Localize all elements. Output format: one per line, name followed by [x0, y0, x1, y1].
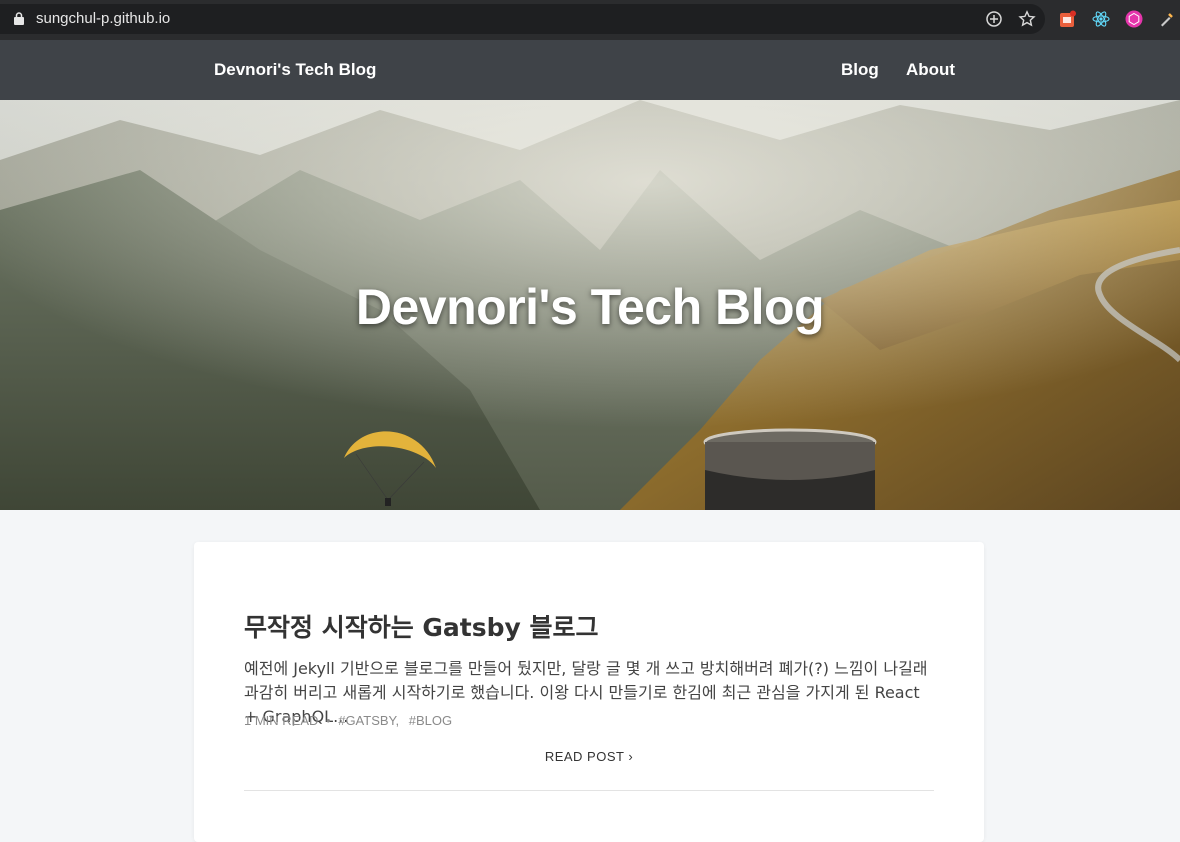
site-brand-link[interactable]: Devnori's Tech Blog [214, 60, 376, 80]
extension-badge-icon[interactable] [1059, 10, 1077, 28]
read-time: 1 MIN READ [244, 713, 319, 728]
add-icon[interactable] [985, 10, 1003, 28]
color-picker-icon[interactable] [1158, 10, 1176, 28]
meta-separator: • [326, 713, 331, 728]
post-card: 무작정 시작하는 Gatsby 블로그 예전에 Jekyll 기반으로 블로그를… [194, 542, 984, 842]
post-meta: 1 MIN READ • #GATSBY, #BLOG [244, 713, 458, 728]
address-bar[interactable]: sungchul-p.github.io [0, 4, 1045, 34]
nav-link-blog[interactable]: Blog [841, 60, 879, 80]
tag-gatsby[interactable]: #GATSBY, [338, 713, 399, 728]
hero-title: Devnori's Tech Blog [355, 279, 825, 335]
hero-banner: Devnori's Tech Blog [0, 100, 1180, 510]
nav-link-about[interactable]: About [906, 60, 955, 80]
url-text: sungchul-p.github.io [36, 10, 171, 27]
post-title-link[interactable]: 무작정 시작하는 Gatsby 블로그 [244, 608, 599, 644]
divider [244, 790, 934, 791]
browser-toolbar: sungchul-p.github.io [0, 0, 1180, 40]
react-devtools-icon[interactable] [1092, 10, 1110, 28]
graphql-extension-icon[interactable] [1125, 10, 1143, 28]
lock-icon [14, 12, 24, 25]
bookmark-star-icon[interactable] [1018, 10, 1036, 28]
read-post-link[interactable]: READ POST › [194, 749, 984, 764]
tag-blog[interactable]: #BLOG [409, 713, 452, 728]
site-navbar: Devnori's Tech Blog Blog About [0, 40, 1180, 100]
